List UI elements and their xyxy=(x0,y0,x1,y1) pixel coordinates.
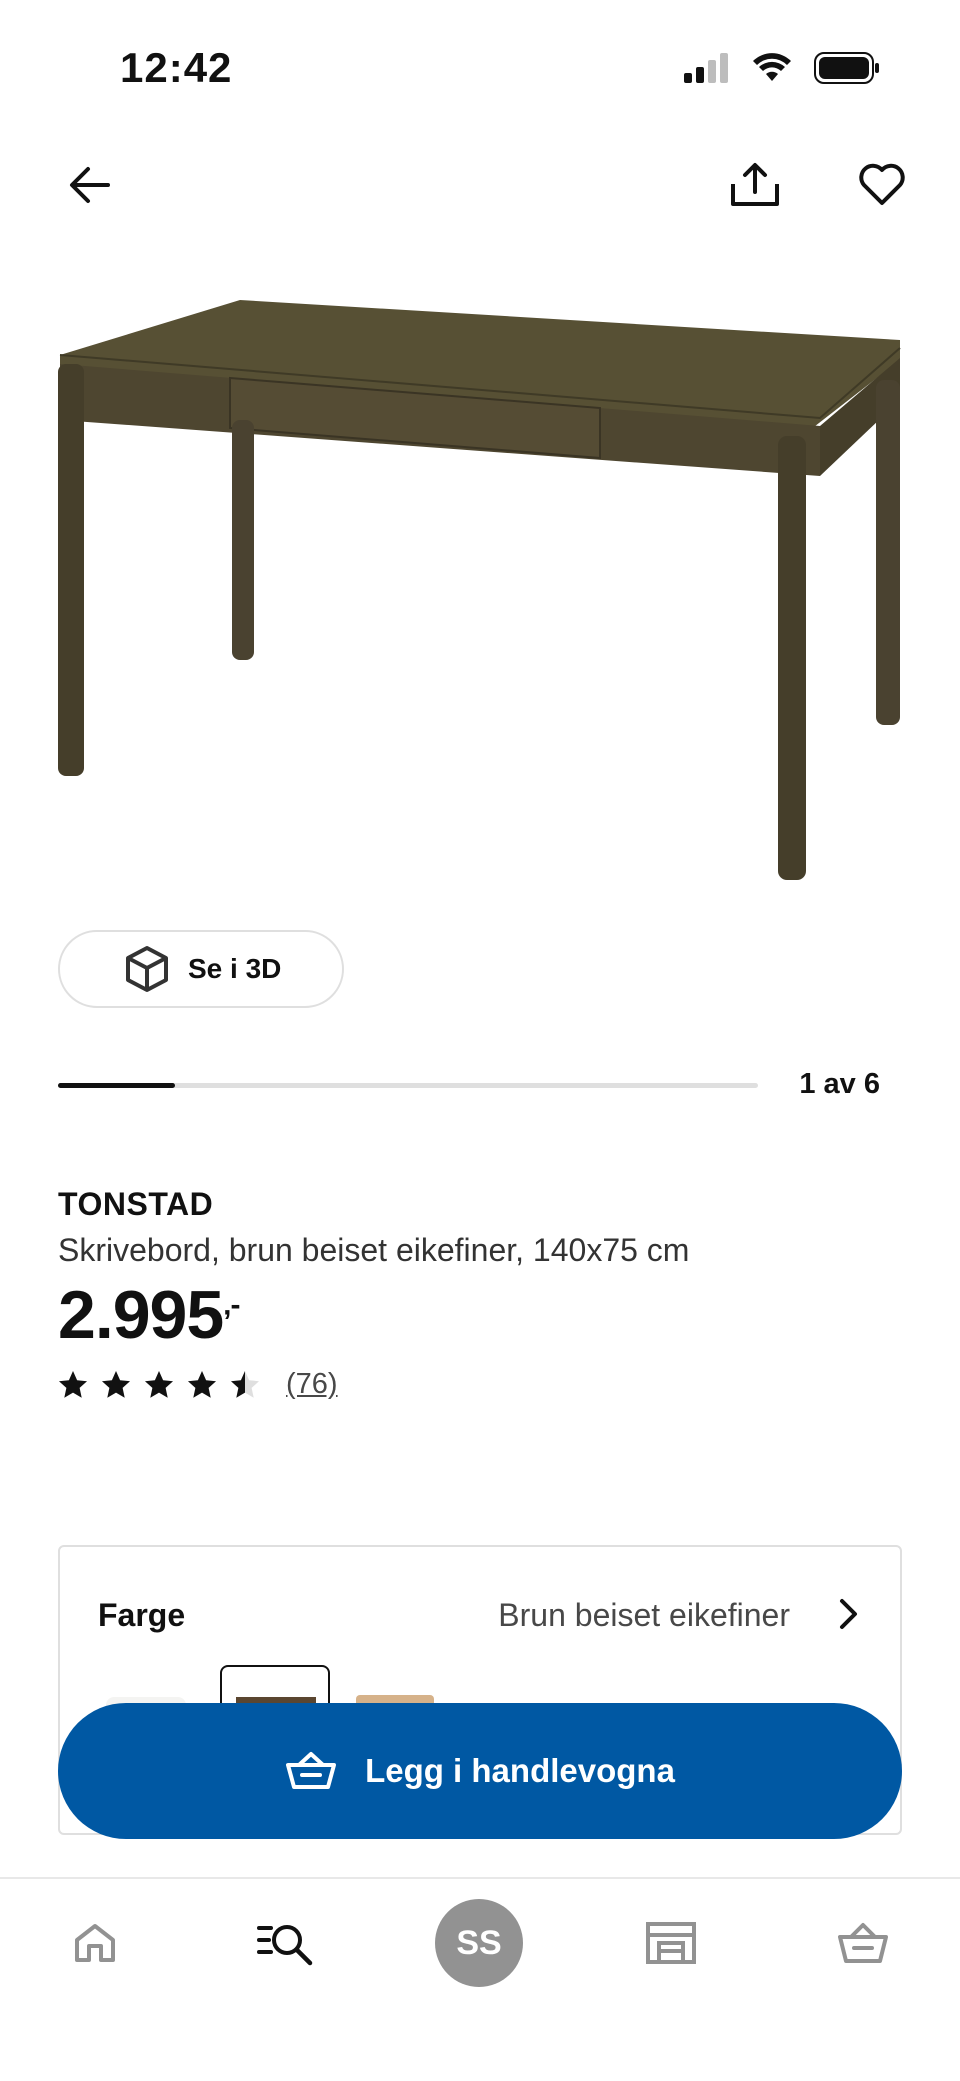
star-icon xyxy=(231,1371,259,1398)
basket-icon xyxy=(838,1923,888,1963)
price-suffix: ,- xyxy=(223,1288,240,1322)
gallery-progress-bar xyxy=(58,1083,758,1088)
star-icon xyxy=(59,1371,87,1398)
basket-icon xyxy=(286,1752,337,1789)
store-icon xyxy=(646,1922,696,1964)
avatar: SS xyxy=(435,1899,523,1987)
gallery-progress-fill xyxy=(58,1083,175,1088)
search-icon xyxy=(257,1925,313,1966)
arrow-left-icon xyxy=(70,167,110,203)
heart-icon xyxy=(859,163,905,205)
rating[interactable]: (76) xyxy=(58,1368,338,1401)
status-bar: 12:42 xyxy=(0,0,960,140)
tab-stores[interactable] xyxy=(626,1898,716,1988)
tab-home[interactable] xyxy=(50,1898,140,1988)
star-icon xyxy=(145,1371,173,1398)
product-price: 2.995,- xyxy=(58,1276,241,1354)
add-to-cart-label: Legg i handlevogna xyxy=(365,1752,675,1789)
share-icon xyxy=(731,163,779,206)
status-icons xyxy=(684,52,880,84)
view-3d-label: Se i 3D xyxy=(188,953,282,984)
back-button[interactable] xyxy=(55,150,125,220)
bottom-tab-bar: SS xyxy=(0,1880,960,2000)
add-to-cart-button[interactable]: Legg i handlevogna xyxy=(58,1703,902,1839)
home-indicator-area xyxy=(0,2040,960,2081)
view-3d-button[interactable]: Se i 3D xyxy=(58,930,344,1008)
star-icon xyxy=(188,1371,216,1398)
color-value: Brun beiset eikefiner xyxy=(498,1597,790,1633)
tab-bar-divider xyxy=(0,1877,960,1879)
star-icon xyxy=(102,1371,130,1398)
favorite-button[interactable] xyxy=(847,150,917,220)
gallery-counter: 1 av 6 xyxy=(799,1068,880,1100)
wifi-icon xyxy=(753,53,791,81)
share-button[interactable] xyxy=(720,150,790,220)
color-label: Farge xyxy=(98,1597,186,1633)
tab-search[interactable] xyxy=(240,1898,330,1988)
home-icon xyxy=(75,1924,115,1962)
chevron-right-icon xyxy=(828,1591,868,1637)
status-time: 12:42 xyxy=(120,44,233,91)
price-value: 2.995 xyxy=(58,1277,224,1353)
tab-cart[interactable] xyxy=(818,1898,908,1988)
product-description: Skrivebord, brun beiset eikefiner, 140x7… xyxy=(58,1232,690,1268)
review-count-link[interactable]: (76) xyxy=(286,1368,338,1401)
signal-icon xyxy=(684,53,728,83)
top-nav xyxy=(0,150,960,220)
product-image[interactable] xyxy=(40,280,920,900)
tab-profile[interactable]: SS xyxy=(434,1898,524,1988)
star-rating xyxy=(58,1370,260,1399)
product-name: TONSTAD xyxy=(58,1186,214,1222)
cube-icon xyxy=(126,946,168,992)
battery-icon xyxy=(814,52,879,84)
